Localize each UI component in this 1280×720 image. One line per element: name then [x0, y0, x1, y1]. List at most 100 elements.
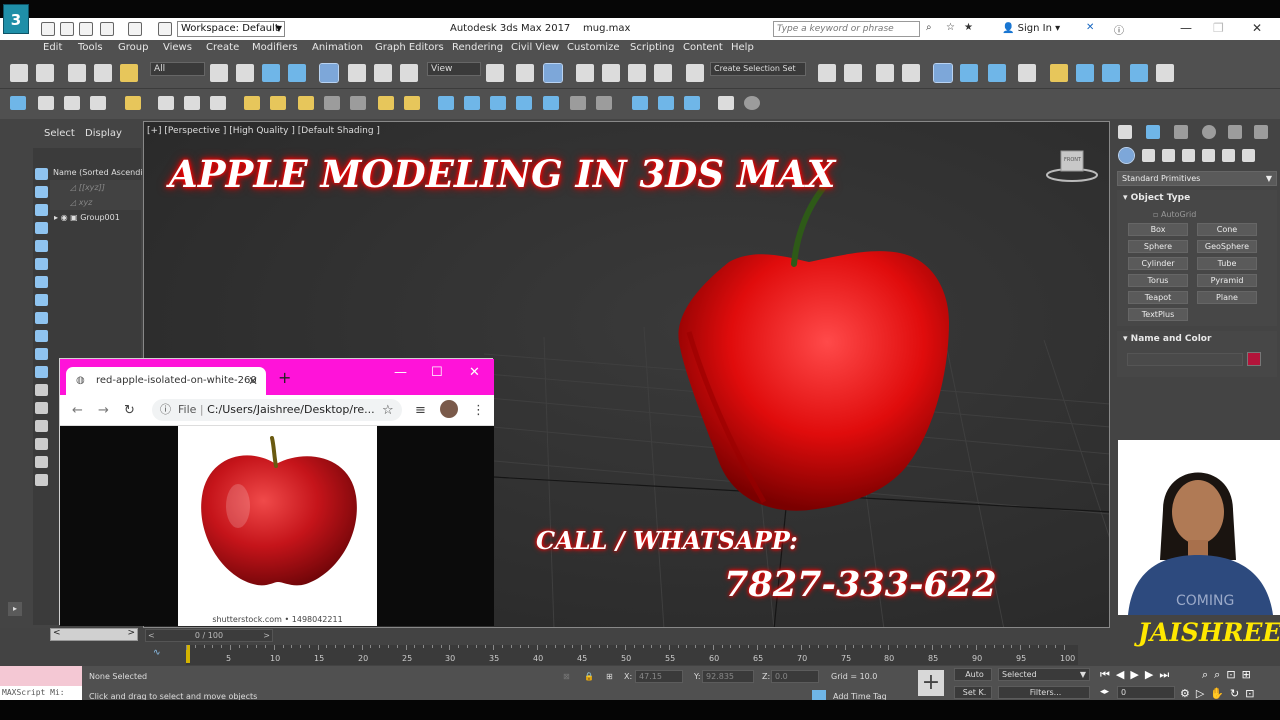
filter-shapes-icon[interactable] [35, 186, 48, 198]
camera-icon[interactable] [158, 96, 174, 110]
populate-icon[interactable] [596, 96, 612, 110]
tube-button[interactable]: Tube [1197, 257, 1257, 270]
object-color-swatch[interactable] [1247, 352, 1261, 366]
invert-display-icon[interactable] [35, 420, 48, 432]
link-icon[interactable] [68, 64, 86, 82]
textplus-button[interactable]: TextPlus [1128, 308, 1188, 321]
orbit-icon[interactable]: ↻ [1230, 687, 1245, 700]
prev-frame-icon[interactable]: ◀ [1116, 668, 1130, 681]
scene-explorer-icon[interactable] [876, 64, 894, 82]
fov-icon[interactable]: ▷ [1196, 687, 1210, 700]
undo-icon[interactable] [10, 64, 28, 82]
render-iterative-icon[interactable] [1130, 64, 1148, 82]
chevron-left-icon[interactable]: < [148, 630, 155, 641]
go-start-icon[interactable]: ⏮ [1100, 668, 1116, 681]
filter-geometry-icon[interactable] [35, 168, 48, 180]
bookmark-star-icon[interactable]: ☆ [382, 403, 394, 418]
minimize-icon[interactable]: — [394, 365, 407, 380]
new-tab-icon[interactable]: + [278, 370, 291, 386]
time-config-icon[interactable]: ⚙ [1180, 687, 1196, 700]
close-tab-icon[interactable]: ✕ [248, 367, 258, 395]
curve-editor-mini-icon[interactable]: ∿ [153, 648, 161, 658]
go-end-icon[interactable]: ⏭ [1159, 668, 1175, 681]
help-circle-icon[interactable] [744, 96, 760, 110]
pyramid-button[interactable]: Pyramid [1197, 274, 1257, 287]
layer-icon[interactable] [35, 474, 48, 486]
viewport-icon[interactable] [684, 96, 700, 110]
search-input[interactable]: Type a keyword or phrase [773, 21, 920, 37]
selection-set-dropdown[interactable]: Create Selection Set [710, 62, 806, 76]
maximize-icon[interactable]: ❐ [1213, 21, 1224, 35]
maxscript-mini-input[interactable]: MAXScript Mi: [0, 686, 82, 700]
display-visibility-icon[interactable] [35, 366, 48, 378]
spacewarps-category-icon[interactable] [1222, 149, 1235, 162]
viewport-label[interactable]: [+] [Perspective ] [High Quality ] [Defa… [147, 126, 380, 136]
tab-display[interactable]: Display [85, 128, 122, 139]
schematic-view-icon[interactable] [988, 64, 1006, 82]
ribbon-toggle-icon[interactable] [933, 63, 953, 83]
set-key-icon[interactable]: + [918, 670, 944, 696]
z-coordinate-field[interactable]: 0.0 [771, 670, 819, 683]
close-icon[interactable]: ✕ [469, 365, 480, 380]
minimize-icon[interactable]: — [1180, 21, 1192, 35]
zoom-extents-icon[interactable]: ⊡ [1226, 668, 1241, 681]
favorite-icon[interactable]: ★ [964, 22, 978, 36]
help-icon[interactable]: ⓘ [1114, 22, 1128, 37]
spinner-snap-icon[interactable] [654, 64, 672, 82]
auto-key-button[interactable]: Auto [954, 668, 992, 681]
explorer-scrollbar[interactable]: < > [50, 628, 138, 641]
unlink-icon[interactable] [94, 64, 112, 82]
maximize-icon[interactable]: ☐ [431, 365, 443, 380]
time-slider[interactable]: < 0 / 100 > [145, 629, 273, 642]
list-item[interactable]: ◿ [[xyz]] [50, 180, 141, 195]
filter-bones-icon[interactable] [35, 312, 48, 324]
utilities-tab-icon[interactable] [1254, 125, 1268, 139]
lock-icon[interactable]: 🔒 [584, 672, 594, 681]
sync-selection-icon[interactable] [35, 438, 48, 450]
select-manipulate-icon[interactable] [516, 64, 534, 82]
filter-groups-icon[interactable] [35, 276, 48, 288]
key-mode-icon[interactable]: ◂▸ [1100, 687, 1109, 697]
x-coordinate-field[interactable]: 47.15 [635, 670, 683, 683]
hemisphere-icon[interactable] [270, 96, 286, 110]
project-folder-icon[interactable] [158, 22, 172, 36]
layer-explorer-icon[interactable] [902, 64, 920, 82]
object-type-header[interactable]: ▾ Object Type [1117, 190, 1277, 206]
particles-icon[interactable] [438, 96, 454, 110]
menu-scripting[interactable]: Scripting [630, 42, 674, 53]
cone-icon[interactable] [324, 96, 340, 110]
menu-animation[interactable]: Animation [312, 42, 363, 53]
teapot-button[interactable]: Teapot [1128, 291, 1188, 304]
reload-icon[interactable]: ↻ [124, 403, 135, 418]
pyramid-icon[interactable] [350, 96, 366, 110]
browser-tab[interactable]: ◍ red-apple-isolated-on-white-260 ✕ [66, 367, 266, 395]
tab-select[interactable]: Select [44, 128, 75, 139]
address-bar[interactable]: ⓘ File | C:/Users/Jaishree/Desktop/re... [152, 399, 402, 421]
chevron-right-icon[interactable]: > [127, 628, 135, 638]
zoom-all-icon[interactable]: ⌕ [1214, 668, 1226, 681]
filter-spacewarps-icon[interactable] [35, 258, 48, 270]
geosphere-icon[interactable] [404, 96, 420, 110]
material-icon[interactable] [658, 96, 674, 110]
menu-tools[interactable]: Tools [78, 42, 103, 53]
edit-named-selection-icon[interactable] [686, 64, 704, 82]
geosphere-button[interactable]: GeoSphere [1197, 240, 1257, 253]
column-header[interactable]: Name (Sorted Ascendi [50, 165, 143, 180]
redo-icon[interactable] [36, 64, 54, 82]
absolute-mode-icon[interactable]: ⊞ [606, 672, 613, 681]
isolate-icon[interactable]: ⊠ [563, 672, 570, 681]
mirror-icon[interactable] [818, 64, 836, 82]
object-name-field[interactable] [1127, 353, 1243, 366]
menu-edit[interactable]: Edit [43, 42, 62, 53]
open-file-icon[interactable] [60, 22, 74, 36]
character-icon[interactable] [570, 96, 586, 110]
sign-in-button[interactable]: 👤 Sign In ▾ [1002, 23, 1060, 34]
maximize-viewport-icon[interactable]: ⊡ [1245, 687, 1260, 700]
filter-cameras-icon[interactable] [35, 222, 48, 234]
primitive-type-dropdown[interactable]: Standard Primitives ▼ [1117, 171, 1277, 186]
star-icon[interactable]: ☆ [946, 22, 960, 36]
menu-help[interactable]: Help [731, 42, 754, 53]
selection-filter-dropdown[interactable]: All [150, 62, 205, 76]
helpers-category-icon[interactable] [1202, 149, 1215, 162]
menu-graph-editors[interactable]: Graph Editors [375, 42, 444, 53]
